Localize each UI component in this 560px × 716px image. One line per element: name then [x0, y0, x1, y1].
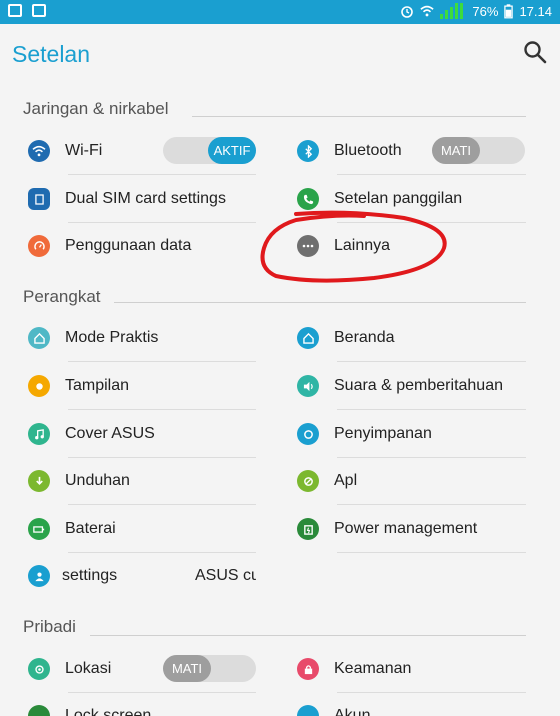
- music-note-icon: [28, 423, 50, 445]
- settings-item-apps[interactable]: Apl: [297, 457, 526, 505]
- section-divider: [90, 635, 526, 636]
- custom-settings-icon: [28, 565, 50, 587]
- settings-item-label: Lokasi: [65, 660, 112, 677]
- settings-item-label: Penyimpanan: [334, 425, 432, 442]
- settings-item-label: Akun: [334, 707, 371, 716]
- settings-item-sound[interactable]: Suara & pemberitahuan: [297, 362, 526, 410]
- brightness-icon: [28, 375, 50, 397]
- sim-card-icon: [28, 188, 50, 210]
- lock-screen-icon: [28, 705, 50, 716]
- section-divider: [114, 302, 526, 303]
- settings-item-cover[interactable]: Cover ASUS: [28, 410, 256, 458]
- red-annotation-circle: [260, 210, 447, 283]
- message-notification-icon: [32, 4, 46, 17]
- location-toggle[interactable]: MATI: [163, 655, 256, 682]
- settings-item-label: Wi-Fi: [65, 142, 103, 159]
- settings-item-data-usage[interactable]: Penggunaan data: [28, 222, 256, 270]
- clock: 17.14: [519, 3, 552, 19]
- location-icon: [28, 658, 50, 680]
- settings-item-label: Mode Praktis: [65, 329, 159, 346]
- settings-item-home[interactable]: Beranda: [297, 314, 526, 362]
- settings-item-easy-mode[interactable]: Mode Praktis: [28, 314, 256, 362]
- settings-item-label: Suara & pemberitahuan: [334, 377, 503, 394]
- battery-settings-icon: [28, 518, 50, 540]
- power-management-icon: [297, 518, 319, 540]
- page-title: Setelan: [12, 41, 91, 67]
- wifi-icon: [28, 140, 50, 162]
- settings-item-label: Unduhan: [65, 472, 130, 489]
- settings-item-label: Cover ASUS: [65, 425, 155, 442]
- volume-icon: [297, 375, 319, 397]
- apps-icon: [297, 470, 319, 492]
- signal-strength-icon: [440, 3, 466, 19]
- bluetooth-toggle[interactable]: MATI: [432, 137, 525, 164]
- settings-item-battery[interactable]: Baterai: [28, 505, 256, 553]
- lock-icon: [297, 658, 319, 680]
- wifi-toggle-state: AKTIF: [208, 137, 256, 164]
- settings-item-label: Baterai: [65, 520, 116, 537]
- settings-item-security[interactable]: Keamanan: [297, 645, 526, 693]
- bluetooth-toggle-state: MATI: [432, 137, 480, 164]
- easy-mode-icon: [28, 327, 50, 349]
- row-divider: [337, 552, 526, 553]
- battery-percentage: 76%: [472, 3, 499, 19]
- download-icon: [28, 470, 50, 492]
- settings-item-label: Dual SIM card settings: [65, 190, 226, 207]
- settings-item-label: Apl: [334, 472, 358, 489]
- settings-item-downloads[interactable]: Unduhan: [28, 457, 256, 505]
- settings-item-label: settings: [62, 567, 118, 584]
- status-icons: 76% 17.14: [400, 3, 552, 19]
- wifi-status-icon: [420, 5, 435, 17]
- settings-item-display[interactable]: Tampilan: [28, 362, 256, 410]
- storage-icon: [297, 423, 319, 445]
- settings-item-label: Setelan panggilan: [334, 190, 463, 207]
- battery-icon: [504, 3, 514, 18]
- section-header-device: Perangkat: [23, 287, 101, 306]
- wifi-toggle[interactable]: AKTIF: [163, 137, 256, 164]
- section-header-network: Jaringan & nirkabel: [23, 99, 169, 118]
- settings-item-label: Power management: [334, 520, 478, 537]
- settings-item-label: Bluetooth: [334, 142, 402, 159]
- notification-icons: [8, 4, 46, 17]
- settings-item-label: Tampilan: [65, 377, 130, 394]
- settings-item-label: Lock screen: [65, 707, 152, 716]
- settings-item-label: Beranda: [334, 329, 395, 346]
- settings-item-label-overflow: ASUS cu: [195, 567, 256, 584]
- settings-item-power-management[interactable]: Power management: [297, 505, 526, 553]
- screenshot-notification-icon: [8, 4, 22, 17]
- phone-icon: [297, 188, 319, 210]
- bluetooth-icon: [297, 140, 319, 162]
- settings-item-storage[interactable]: Penyimpanan: [297, 410, 526, 458]
- account-icon: [297, 705, 319, 716]
- data-usage-icon: [28, 235, 50, 257]
- status-bar: 76% 17.14: [0, 0, 560, 24]
- settings-item-label: Penggunaan data: [65, 237, 192, 254]
- settings-item-accounts[interactable]: Akun: [297, 692, 526, 716]
- section-divider: [192, 116, 526, 117]
- home-icon: [297, 327, 319, 349]
- alarm-icon: [401, 6, 414, 18]
- section-header-personal: Pribadi: [23, 617, 76, 636]
- settings-item-label: Keamanan: [334, 660, 412, 677]
- settings-item-lock-screen[interactable]: Lock screen: [28, 692, 256, 716]
- search-icon[interactable]: [522, 39, 548, 65]
- settings-item-dual-sim[interactable]: Dual SIM card settings: [28, 175, 256, 223]
- app-bar: Setelan: [0, 24, 560, 84]
- location-toggle-state: MATI: [163, 655, 211, 682]
